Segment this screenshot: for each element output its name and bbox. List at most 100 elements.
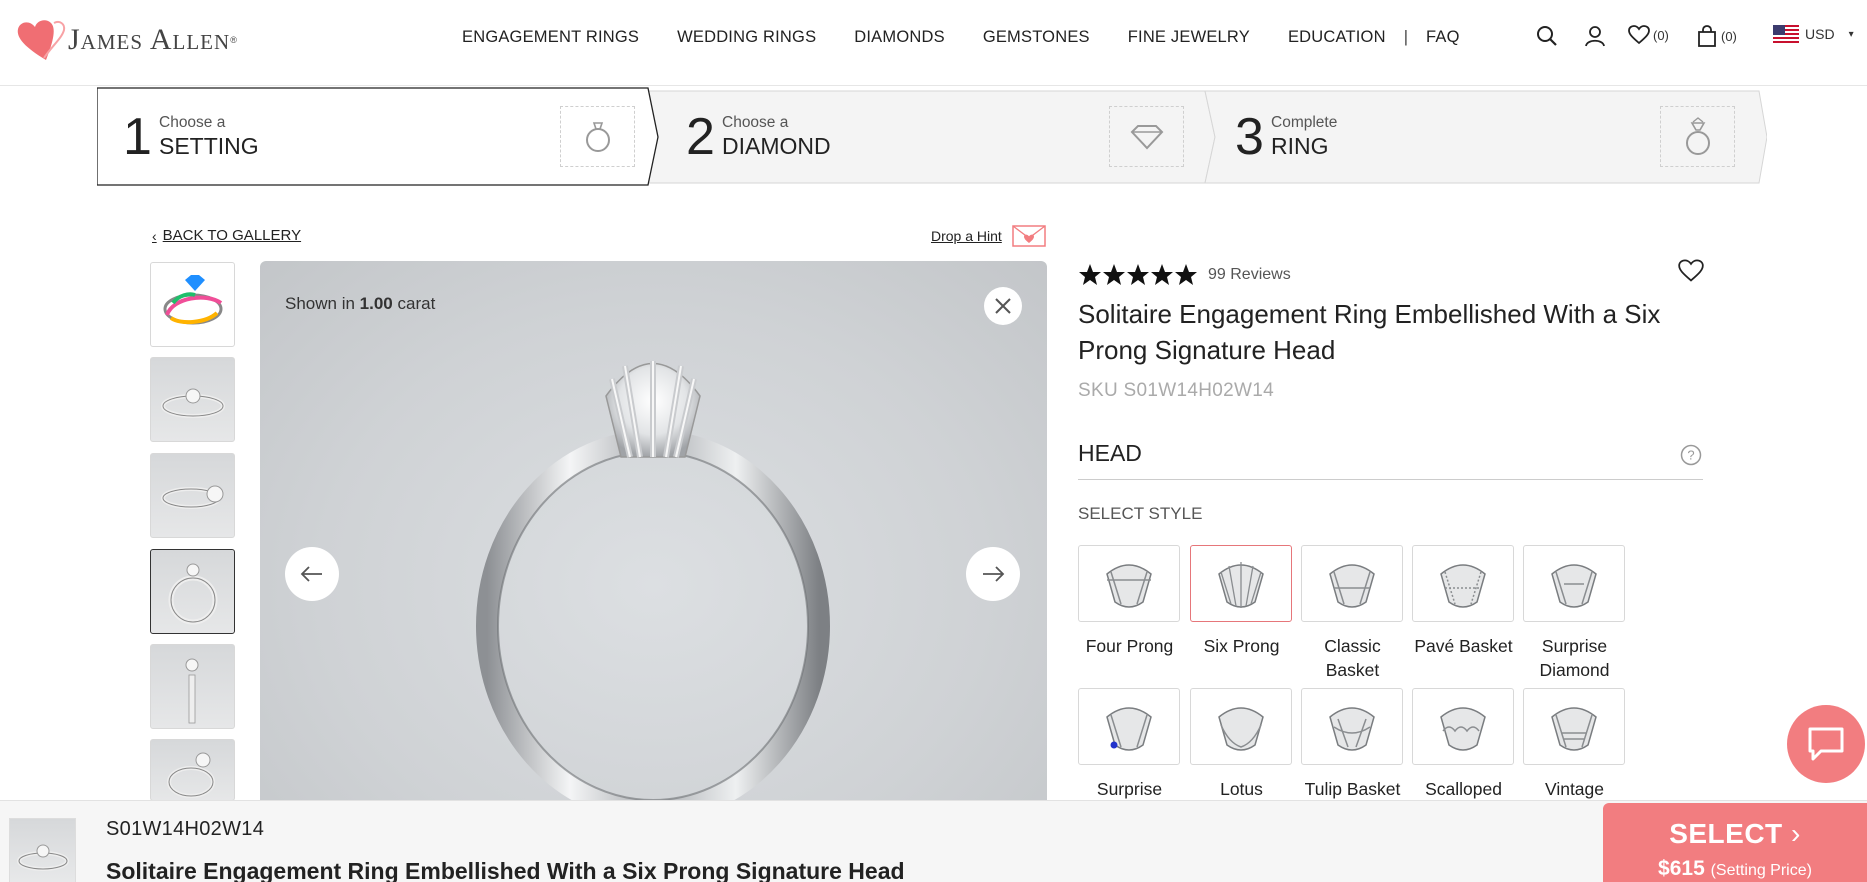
james-allen-logo[interactable]: James Allen ® [16,18,237,62]
star-icon [1127,264,1149,285]
thumbnail-front-view[interactable] [150,549,235,634]
style-option-tulip-basket[interactable]: Tulip Basket [1301,688,1404,801]
step-setting[interactable]: 1 Choose a SETTING [97,87,649,186]
style-name: Classic Basket [1324,636,1381,680]
thumbnail-tilt-view[interactable] [150,739,235,801]
head-style-image [1440,706,1486,751]
head-style-image [1218,706,1264,751]
nav-faq[interactable]: FAQ [1426,28,1460,47]
style-thumbnail [1301,688,1403,765]
account-button[interactable] [1584,25,1606,47]
style-thumbnail-selected [1190,545,1292,622]
thumbnail-side-view[interactable] [150,453,235,538]
style-option-scalloped[interactable]: Scalloped [1412,688,1515,801]
head-style-image [1106,563,1152,608]
product-thumbnail [9,818,76,882]
ring-photo [17,844,69,871]
step-diamond[interactable]: 2 Choose a DIAMOND [660,87,1212,186]
envelope-heart-icon [1012,225,1046,247]
setting-price: $615 (Setting Price) [1603,857,1867,881]
ring-photo [161,485,224,509]
style-name: Pavé Basket [1414,636,1513,656]
star-icon [1103,264,1125,285]
star-icon [1079,264,1101,285]
heart-icon [1628,25,1650,45]
sticky-product-bar: S01W14H02W14 Solitaire Engagement Ring E… [0,800,1867,882]
drop-a-hint-label: Drop a Hint [931,228,1002,244]
ring-builder-steps: 1 Choose a SETTING 2 Choose a DIAMOND 3 … [97,87,1767,186]
style-name: Vintage [1544,779,1605,799]
style-name: Surprise [1096,779,1163,799]
next-image-button[interactable] [966,547,1020,601]
reviews-count[interactable]: 99 Reviews [1208,266,1291,284]
close-viewer-button[interactable] [984,287,1022,325]
chevron-down-icon: ▾ [1848,28,1854,40]
nav-gemstones[interactable]: GEMSTONES [983,28,1090,47]
ring-photo [167,752,215,798]
currency-selector[interactable]: USD ▾ [1773,25,1854,43]
style-option-surprise[interactable]: Surprise [1078,688,1181,801]
head-style-image [1551,706,1597,751]
ring-icon [560,106,635,167]
thumbnail-angle-view[interactable] [150,357,235,442]
style-option-vintage[interactable]: Vintage [1523,688,1626,801]
style-option-pave-basket[interactable]: Pavé Basket [1412,545,1515,658]
style-option-classic-basket[interactable]: Classic Basket [1301,545,1404,682]
style-thumbnail [1190,688,1292,765]
step-complete-ring[interactable]: 3 Complete RING [1217,87,1769,186]
chevron-right-icon: › [1790,818,1801,849]
style-option-four-prong[interactable]: Four Prong [1078,545,1181,658]
ring-photo [185,658,199,724]
head-style-image [1106,706,1152,751]
head-section-label: HEAD [1078,440,1142,466]
style-option-surprise-diamond[interactable]: Surprise Diamond [1523,545,1626,682]
step-subtitle: Complete [1271,114,1338,131]
thumbnail-360-view[interactable] [150,262,235,347]
style-thumbnail [1078,688,1180,765]
back-to-gallery-label: BACK TO GALLERY [162,227,302,244]
ring-main-photo [476,361,830,801]
live-chat-button[interactable] [1787,705,1865,783]
us-flag-icon [1773,25,1799,43]
style-option-lotus[interactable]: Lotus [1190,688,1293,801]
chat-bubble-icon [1808,727,1844,761]
thumbnail-profile-view[interactable] [150,644,235,729]
step-title: SETTING [159,133,259,159]
head-style-image [1551,563,1597,608]
head-style-image [1218,561,1264,608]
registered-mark: ® [230,35,237,45]
nav-education[interactable]: EDUCATION [1288,28,1386,47]
back-to-gallery-link[interactable]: ‹ BACK TO GALLERY [152,227,301,244]
nav-engagement-rings[interactable]: ENGAGEMENT RINGS [462,28,639,47]
price-value: $615 [1658,857,1705,880]
help-button[interactable]: ? [1680,444,1702,471]
style-thumbnail [1301,545,1403,622]
style-thumbnail [1523,688,1625,765]
drop-a-hint-link[interactable]: Drop a Hint [931,225,1046,247]
carat-value: 1.00 [359,294,393,313]
step-subtitle: Choose a [159,114,226,131]
nav-fine-jewelry[interactable]: FINE JEWELRY [1128,28,1250,47]
rating-stars[interactable]: 99 Reviews [1078,263,1291,287]
previous-image-button[interactable] [285,547,339,601]
style-option-six-prong[interactable]: Six Prong [1190,545,1293,658]
nav-wedding-rings[interactable]: WEDDING RINGS [677,28,816,47]
search-button[interactable] [1536,25,1558,47]
search-icon [1537,26,1557,46]
carat-unit: carat [397,294,436,313]
wishlist-button[interactable]: (0) [1628,25,1669,45]
product-image-viewer[interactable]: Shown in 1.00 carat [260,261,1047,801]
select-setting-button[interactable]: SELECT › $615 (Setting Price) [1603,803,1867,882]
user-icon [1585,26,1605,47]
cart-button[interactable]: (0) [1697,25,1737,47]
close-icon [995,298,1011,314]
nav-separator: | [1403,28,1408,46]
style-name: Lotus [1220,779,1263,799]
add-to-wishlist-button[interactable] [1678,259,1704,288]
style-thumbnail [1523,545,1625,622]
style-name: Surprise Diamond [1539,636,1610,680]
arrow-left-icon [300,566,322,582]
shopping-bag-icon [1698,25,1716,47]
ring-photo [168,563,218,625]
nav-diamonds[interactable]: DIAMONDS [854,28,945,47]
